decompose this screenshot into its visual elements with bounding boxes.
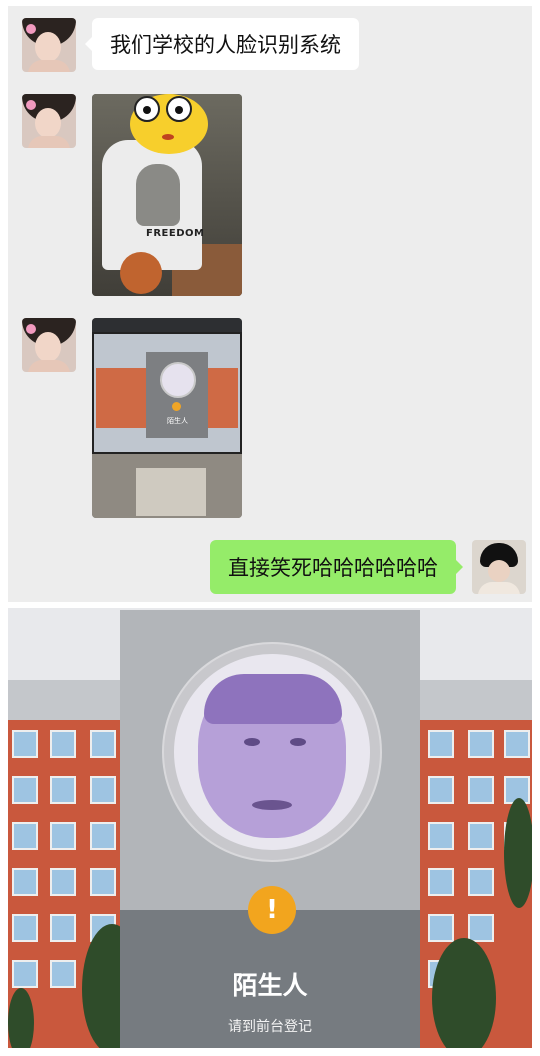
message-bubble-text-right[interactable]: 直接笑死哈哈哈哈哈哈 — [210, 540, 463, 594]
face-eye — [290, 738, 306, 746]
face-mouth — [252, 800, 292, 810]
recognition-instruction: 请到前台登记 — [228, 1019, 312, 1035]
avatar-clothing — [28, 60, 70, 72]
window — [50, 960, 76, 988]
sender-avatar[interactable] — [22, 94, 76, 148]
avatar-face — [488, 560, 510, 582]
window — [50, 868, 76, 896]
window — [428, 730, 454, 758]
window — [12, 730, 38, 758]
emoji-eye-right — [166, 96, 192, 122]
window — [50, 730, 76, 758]
tree — [8, 988, 34, 1048]
avatar-flower-accessory — [26, 324, 36, 334]
avatar-clothing — [28, 136, 70, 148]
screenshot-frame: 我们学校的人脸识别系统 FREEDOM 陌生人 直接笑死哈哈哈哈哈哈 ! 陌生人… — [0, 0, 540, 1056]
window — [50, 914, 76, 942]
window — [90, 868, 116, 896]
recognition-status-label: 陌生人 — [232, 971, 308, 1000]
message-bubble-text-left[interactable]: 我们学校的人脸识别系统 — [85, 18, 359, 70]
basketball — [120, 252, 162, 294]
screen-status-label: 陌生人 — [167, 417, 188, 425]
face-eye — [244, 738, 260, 746]
avatar-face — [35, 32, 61, 62]
lobby-door — [136, 468, 206, 516]
window — [90, 776, 116, 804]
window — [12, 822, 38, 850]
window — [50, 822, 76, 850]
screen-face-circle — [160, 362, 196, 398]
window — [468, 914, 494, 942]
message-image-basketball[interactable]: FREEDOM — [92, 94, 242, 296]
avatar-clothing — [28, 360, 70, 372]
sender-avatar[interactable] — [22, 318, 76, 372]
tree — [432, 938, 496, 1048]
avatar-face — [35, 332, 61, 362]
window — [468, 868, 494, 896]
window — [428, 914, 454, 942]
window — [12, 960, 38, 988]
window — [90, 730, 116, 758]
window — [504, 730, 530, 758]
window — [468, 730, 494, 758]
window — [12, 914, 38, 942]
building-roof — [8, 680, 120, 720]
window — [428, 776, 454, 804]
recognition-display-panel: ! 陌生人 请到前台登记 — [120, 610, 420, 1048]
zoomed-recognition-photo: ! 陌生人 请到前台登记 — [8, 608, 532, 1048]
ceiling — [92, 318, 242, 332]
avatar-clothing — [478, 582, 520, 594]
shirt-print — [136, 164, 180, 226]
message-text: 直接笑死哈哈哈哈哈哈 — [228, 556, 438, 580]
window — [428, 868, 454, 896]
message-image-screen[interactable]: 陌生人 — [92, 318, 242, 518]
tree — [504, 798, 532, 908]
shirt-text: FREEDOM — [146, 228, 205, 239]
window — [12, 776, 38, 804]
avatar-face — [35, 108, 61, 138]
window — [468, 776, 494, 804]
face-headband — [204, 674, 342, 724]
window — [50, 776, 76, 804]
window — [90, 822, 116, 850]
building-roof — [420, 680, 532, 720]
warning-dot-icon — [172, 402, 181, 411]
sender-avatar[interactable] — [22, 18, 76, 72]
avatar-flower-accessory — [26, 100, 36, 110]
emoji-eye-left — [134, 96, 160, 122]
message-text: 我们学校的人脸识别系统 — [110, 33, 341, 57]
avatar-flower-accessory — [26, 24, 36, 34]
my-avatar[interactable] — [472, 540, 526, 594]
chat-area: 我们学校的人脸识别系统 FREEDOM 陌生人 直接笑死哈哈哈哈哈哈 — [8, 6, 532, 602]
warning-icon: ! — [248, 886, 296, 934]
emoji-mouth — [162, 134, 174, 140]
window — [468, 822, 494, 850]
window — [12, 868, 38, 896]
window — [428, 822, 454, 850]
